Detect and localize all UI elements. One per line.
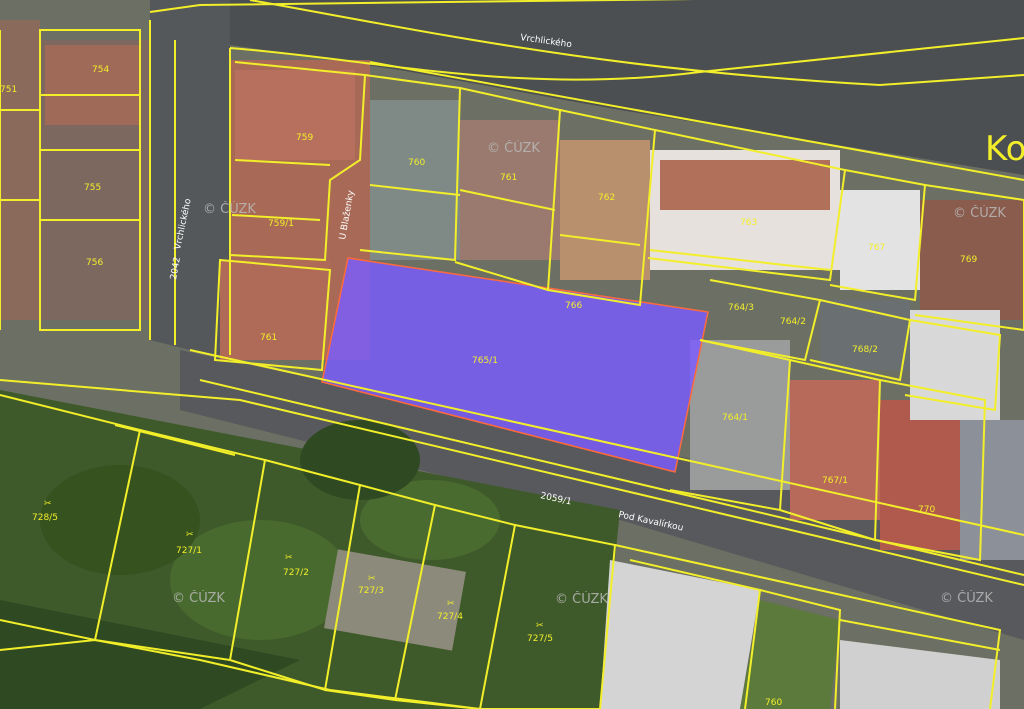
parcel-label: 754: [92, 65, 109, 75]
parcel-label: 764/3: [728, 303, 754, 313]
garden-symbol-icon: ✂: [186, 530, 194, 540]
street-name: Ko: [985, 129, 1024, 169]
cadastral-map[interactable]: © ČÚZK © ČÚZK © ČÚZK © ČÚZK © ČÚZK © ČÚZ…: [0, 0, 1024, 709]
parcel-label: 767: [868, 243, 885, 253]
parcel-label: 763: [740, 218, 757, 228]
parcel-label: 727/3: [358, 586, 384, 596]
parcel-label: 728/5: [32, 513, 58, 523]
parcel-label: 766: [565, 301, 582, 311]
parcel-label: 764/2: [780, 317, 806, 327]
watermark: © ČÚZK: [953, 205, 1006, 221]
watermark: © ČÚZK: [940, 590, 993, 606]
watermark: © ČÚZK: [487, 140, 540, 156]
parcel-label: 727/2: [283, 568, 309, 578]
parcel-label: 762: [598, 193, 615, 203]
parcel-label: 761: [500, 173, 517, 183]
garden-symbol-icon: ✂: [447, 599, 455, 609]
parcel-label: 755: [84, 183, 101, 193]
watermark: © ČÚZK: [172, 590, 225, 606]
garden-symbol-icon: ✂: [285, 553, 293, 563]
parcel-label: 727/4: [437, 612, 463, 622]
parcel-label: 756: [86, 258, 103, 268]
parcel-label: 769: [960, 255, 977, 265]
parcel-label: 767/1: [822, 476, 848, 486]
parcel-label: 761: [260, 333, 277, 343]
parcel-label: 751: [0, 85, 17, 95]
parcel-label: 765/1: [472, 356, 498, 366]
parcel-label: 727/1: [176, 546, 202, 556]
parcel-label: 760: [408, 158, 425, 168]
parcel-label: 760: [765, 698, 782, 708]
watermark: © ČÚZK: [555, 591, 608, 607]
watermark: © ČÚZK: [203, 201, 256, 217]
garden-symbol-icon: ✂: [368, 574, 376, 584]
parcel-label: 727/5: [527, 634, 553, 644]
parcel-label: 759/1: [268, 219, 294, 229]
parcel-label: 768/2: [852, 345, 878, 355]
parcel-label: 770: [918, 505, 935, 515]
parcel-label: 764/1: [722, 413, 748, 423]
garden-symbol-icon: ✂: [536, 621, 544, 631]
parcel-label: 759: [296, 133, 313, 143]
garden-symbol-icon: ✂: [44, 499, 52, 509]
